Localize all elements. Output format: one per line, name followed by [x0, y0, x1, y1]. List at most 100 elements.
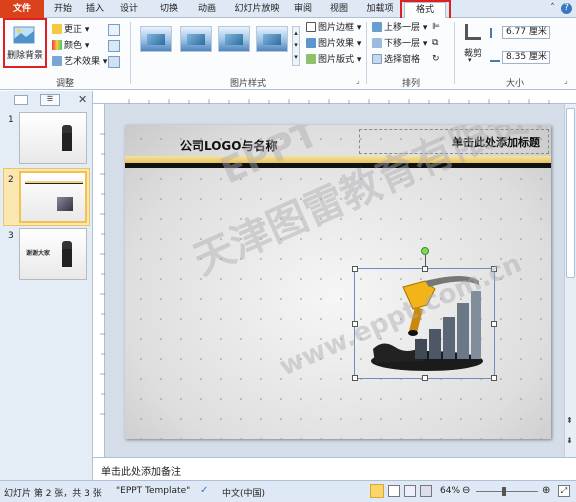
resize-handle[interactable] [491, 321, 497, 327]
resize-handle[interactable] [422, 266, 428, 272]
normal-view-icon[interactable] [370, 484, 384, 498]
rotate-icon[interactable]: ↻ [432, 54, 444, 66]
compress-picture-icon[interactable] [108, 24, 120, 36]
group-icon[interactable]: ⧉ [432, 38, 444, 50]
spellcheck-icon[interactable]: ✓ [200, 485, 212, 497]
group-label-size: 大小 [505, 79, 524, 89]
size-launcher-icon[interactable]: ⌟ [564, 76, 568, 85]
slide-editor: ⇞ ⇟ 公司LOGO与名称 单击此处添加标题 天津图雷教育有限责任公司 EPPT… [93, 91, 576, 457]
picture-style-2[interactable] [180, 26, 212, 52]
theme-name: "EPPT Template" [116, 486, 191, 496]
correct-button[interactable]: 更正 ▾ [52, 24, 89, 36]
picture-border-button[interactable]: 图片边框 ▾ [306, 22, 361, 34]
presenter-figure [62, 241, 72, 267]
tab-insert[interactable]: 插入 [82, 2, 108, 18]
prev-slide-icon[interactable]: ⇞ [566, 416, 573, 425]
picture-styles-launcher-icon[interactable]: ⌟ [356, 76, 360, 85]
next-slide-icon[interactable]: ⇟ [566, 436, 573, 445]
slide-sorter-icon[interactable] [388, 485, 400, 497]
picture-style-4[interactable] [256, 26, 288, 52]
collapse-ribbon-icon[interactable]: ˄ [547, 3, 558, 14]
status-bar: 幻灯片 第 2 张，共 3 张 "EPPT Template" ✓ 中文(中国)… [0, 480, 576, 502]
slide-thumbnail-1[interactable] [19, 112, 87, 164]
vertical-scrollbar[interactable]: ⇞ ⇟ [564, 104, 576, 457]
picture-effects-button[interactable]: 图片效果 ▾ [306, 38, 361, 50]
picture-layout-icon [306, 54, 316, 64]
tab-design[interactable]: 设计 [116, 2, 142, 18]
zoom-in-icon[interactable]: ⊕ [542, 485, 550, 496]
sun-icon [52, 24, 62, 34]
close-panel-icon[interactable]: ✕ [78, 93, 87, 106]
art-effects-icon [52, 56, 62, 66]
selection-pane-button[interactable]: 选择窗格 [372, 54, 420, 66]
ribbon: 删除背景 更正 ▾ 颜色 ▾ 艺术效果 ▾ 调整 ▴ ▾ ▾ 图片边框 ▾ 图片效果… [0, 18, 576, 90]
fit-to-window-icon[interactable]: ⤢ [558, 485, 570, 497]
zoom-out-icon[interactable]: ⊖ [462, 485, 470, 496]
slide-canvas[interactable]: 公司LOGO与名称 单击此处添加标题 天津图雷教育有限责任公司 EPPT www… [125, 125, 551, 439]
tab-view[interactable]: 视图 [326, 2, 352, 18]
zoom-slider-thumb[interactable] [502, 487, 506, 496]
slide-number: 1 [8, 115, 14, 125]
selection-pane-icon [372, 54, 382, 64]
picture-layout-button[interactable]: 图片版式 ▾ [306, 54, 361, 66]
resize-handle[interactable] [352, 266, 358, 272]
send-backward-button[interactable]: 下移一层 ▾ [372, 38, 427, 50]
align-icon[interactable]: ⊫ [432, 22, 444, 34]
group-separator [454, 22, 455, 84]
slides-tab-icon[interactable] [14, 95, 28, 105]
slides-panel: ☰ ✕ 1 2 2 3 谢谢大家 [0, 91, 93, 480]
slide-number: 2 [8, 175, 14, 185]
picture-border-icon [306, 22, 316, 32]
slide-number: 3 [8, 231, 14, 241]
tab-home[interactable]: 开始 [50, 2, 76, 18]
resize-handle[interactable] [352, 375, 358, 381]
width-input[interactable]: 8.35 厘米 [502, 51, 550, 64]
change-picture-icon[interactable] [108, 40, 120, 52]
crop-button[interactable]: 裁剪 ▾ [458, 22, 486, 64]
slideshow-view-icon[interactable] [420, 485, 432, 497]
picture-style-1[interactable] [140, 26, 172, 52]
resize-handle[interactable] [422, 375, 428, 381]
crop-icon [465, 24, 481, 40]
group-separator [366, 22, 367, 84]
slide-thumbnail-2[interactable] [19, 171, 87, 223]
tab-review[interactable]: 审阅 [290, 2, 316, 18]
highlight-remove-background [3, 18, 47, 68]
picture-effects-icon [306, 38, 316, 48]
group-label-adjust: 调整 [55, 79, 74, 89]
presenter-figure [62, 125, 72, 151]
outline-tab[interactable]: ☰ [40, 94, 60, 106]
rotate-handle[interactable] [421, 247, 429, 255]
vertical-ruler [93, 104, 105, 457]
ribbon-tab-bar: 文件 开始 插入 设计 切换 动画 幻灯片放映 审阅 视图 加载项 格式 ˄ ? [0, 0, 576, 21]
tab-animations[interactable]: 动画 [194, 2, 220, 18]
zoom-level[interactable]: 64% [440, 486, 460, 496]
help-icon[interactable]: ? [561, 3, 572, 14]
horizontal-ruler [93, 91, 576, 104]
color-button[interactable]: 颜色 ▾ [52, 40, 89, 52]
notes-pane[interactable]: 单击此处添加备注 [93, 457, 576, 480]
slide-counter: 幻灯片 第 2 张，共 3 张 [4, 489, 102, 499]
slide-thumbnail-3[interactable]: 谢谢大家 [19, 228, 87, 280]
chart-image-mini [57, 197, 73, 211]
bring-forward-icon [372, 22, 382, 32]
picture-style-3[interactable] [218, 26, 250, 52]
tab-transitions[interactable]: 切换 [156, 2, 182, 18]
reset-picture-icon[interactable] [108, 56, 120, 68]
language-indicator[interactable]: 中文(中国) [222, 486, 265, 499]
group-label-arrange: 排列 [401, 79, 420, 89]
zoom-slider[interactable] [476, 487, 538, 496]
height-input[interactable]: 6.77 厘米 [502, 26, 550, 39]
height-icon [490, 28, 499, 38]
scrollbar-thumb[interactable] [566, 108, 575, 278]
tab-file[interactable]: 文件 [0, 0, 44, 18]
group-separator [130, 22, 131, 84]
resize-handle[interactable] [491, 375, 497, 381]
styles-gallery-scroll[interactable]: ▴ ▾ ▾ [292, 26, 300, 66]
art-effects-button[interactable]: 艺术效果 ▾ [52, 56, 107, 68]
reading-view-icon[interactable] [404, 485, 416, 497]
tab-addins[interactable]: 加载项 [362, 2, 398, 18]
bring-forward-button[interactable]: 上移一层 ▾ [372, 22, 427, 34]
width-icon [490, 54, 500, 62]
tab-slideshow[interactable]: 幻灯片放映 [230, 2, 284, 18]
